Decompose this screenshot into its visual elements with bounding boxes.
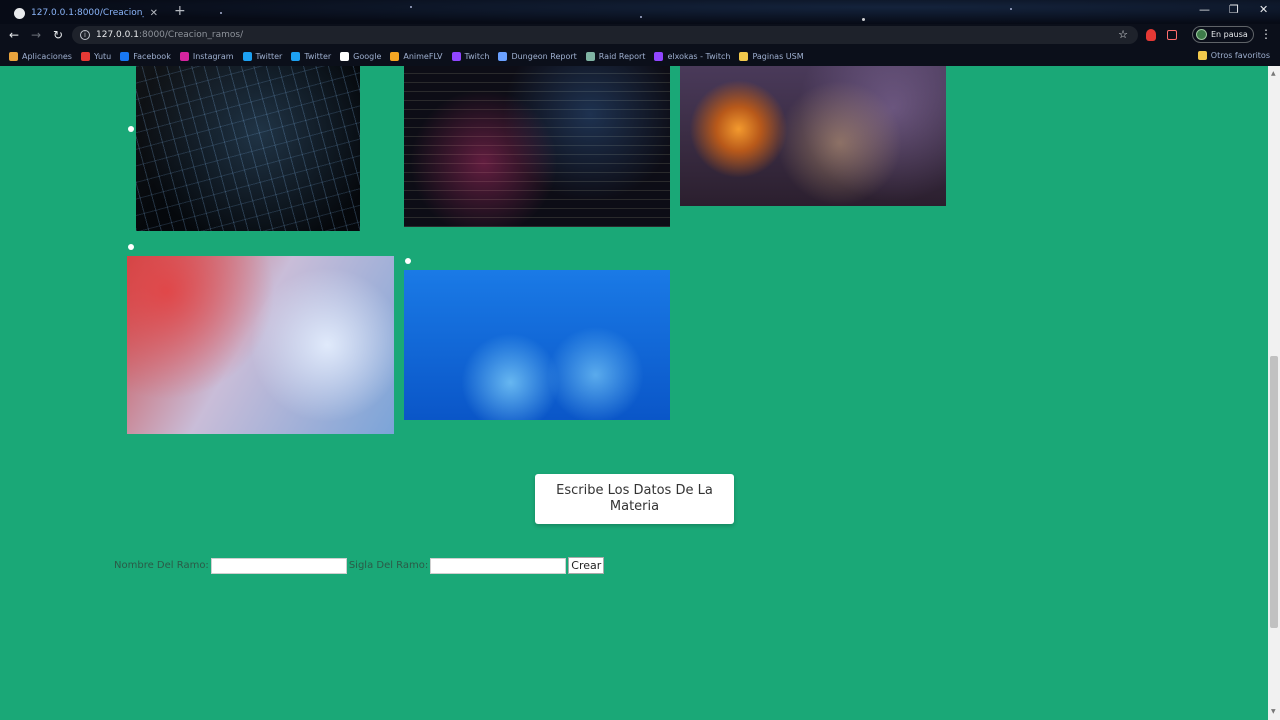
extension-icon[interactable] [1167,30,1177,40]
minimize-icon[interactable]: — [1199,3,1210,16]
avatar [1196,29,1207,40]
site-info-icon[interactable]: i [80,30,90,40]
bookmark-label: Yutu [93,51,112,61]
bookmark-item[interactable]: Twitter [291,51,332,61]
bookmark-label: Instagram [192,51,234,61]
bookmark-favicon-icon [654,51,664,61]
lab-image [127,256,394,434]
close-window-icon[interactable]: ✕ [1259,3,1268,16]
tab-title: 127.0.0.1:8000/Creacion_ramos/ [31,8,144,18]
star-decoration [410,6,412,8]
bookmark-favicon-icon [9,51,18,61]
url-path: :8000/Creacion_ramos/ [138,30,244,40]
bookmark-item[interactable]: Google [340,51,382,61]
profile-label: En pausa [1211,30,1248,39]
bookmark-label: Twitch [464,51,490,61]
bookmark-label: Google [353,51,382,61]
star-decoration [220,12,222,14]
bookmark-star-icon[interactable]: ☆ [1118,28,1128,41]
forward-icon[interactable]: → [25,28,47,42]
star-decoration [1010,8,1012,10]
glassware-image [404,270,670,420]
back-icon[interactable]: ← [3,28,25,42]
network-image [136,66,360,231]
bookmark-item[interactable]: Paginas USM [739,51,804,61]
bookmark-favicon-icon [498,51,508,61]
site-favicon-icon [14,7,25,19]
bookmark-label: elxokas - Twitch [667,51,731,61]
bookmark-item[interactable]: Facebook [120,51,171,61]
folder-icon [1197,51,1207,60]
bookmark-item[interactable]: Dungeon Report [498,51,577,61]
page-content: Escribe Los Datos De La Materia Nombre D… [0,66,1268,720]
new-tab-icon[interactable]: + [174,3,186,19]
bookmark-label: Twitter [255,51,283,61]
bookmark-item[interactable]: elxokas - Twitch [654,51,731,61]
other-bookmarks-label: Otros favoritos [1210,51,1270,60]
bookmark-item[interactable]: AnimeFLV [390,51,443,61]
equations-image [404,66,670,227]
bookmark-favicon-icon [340,51,350,61]
bookmark-favicon-icon [179,51,189,61]
list-bullet [405,258,411,264]
bookmark-favicon-icon [120,51,130,61]
bookmark-item[interactable]: Aplicaciones [9,51,72,61]
form-header: Escribe Los Datos De La Materia [535,474,734,524]
star-decoration [640,16,642,18]
tab-strip: 127.0.0.1:8000/Creacion_ramos/ ✕ + — ❐ ✕ [0,0,1280,24]
bookmark-favicon-icon [80,51,90,61]
close-tab-icon[interactable]: ✕ [150,8,158,19]
other-bookmarks[interactable]: Otros favoritos [1197,51,1270,60]
kebab-menu-icon[interactable]: ⋮ [1260,27,1272,41]
reload-icon[interactable]: ↻ [47,28,69,42]
bookmark-label: Raid Report [598,51,646,61]
list-bullet [128,244,134,250]
restore-icon[interactable]: ❐ [1229,3,1239,16]
bookmark-item[interactable]: Instagram [179,51,234,61]
create-button[interactable]: Crear [568,557,605,574]
create-subject-form: Nombre Del Ramo: Sigla Del Ramo: Crear [114,557,605,574]
name-input[interactable] [210,557,347,574]
name-label: Nombre Del Ramo: [114,560,209,571]
list-bullet [128,126,134,132]
star-decoration [862,18,865,21]
extension-icon[interactable] [1146,29,1156,41]
bookmark-favicon-icon [739,51,749,61]
bookmarks-bar: Aplicaciones Yutu Facebook Instagram Twitter… [0,46,1280,66]
browser-tab[interactable]: 127.0.0.1:8000/Creacion_ramos/ ✕ [8,2,164,24]
sigla-label: Sigla Del Ramo: [348,560,429,571]
address-bar[interactable]: i 127.0.0.1 :8000/Creacion_ramos/ ☆ [72,26,1138,44]
bookmark-label: Twitter [304,51,332,61]
scroll-thumb[interactable] [1270,356,1278,628]
bookmark-favicon-icon [451,51,461,61]
scroll-up-icon[interactable]: ▲ [1271,70,1276,77]
flask-image [680,66,946,206]
bookmark-label: Paginas USM [752,51,804,61]
bookmark-item[interactable]: Yutu [80,51,112,61]
scroll-down-icon[interactable]: ▼ [1271,708,1276,715]
bookmark-item[interactable]: Twitch [451,51,490,61]
bookmark-label: Dungeon Report [511,51,577,61]
bookmark-label: AnimeFLV [403,51,443,61]
bookmark-item[interactable]: Raid Report [585,51,646,61]
sigla-input[interactable] [430,557,567,574]
bookmark-label: Aplicaciones [22,51,72,61]
bookmark-favicon-icon [242,51,252,61]
bookmark-item[interactable]: Twitter [242,51,283,61]
bookmark-favicon-icon [291,51,301,61]
profile-button[interactable]: En pausa [1192,26,1254,43]
bookmark-favicon-icon [585,51,595,61]
bookmark-label: Facebook [133,51,171,61]
url-host: 127.0.0.1 [96,30,139,40]
bookmark-favicon-icon [390,51,400,61]
